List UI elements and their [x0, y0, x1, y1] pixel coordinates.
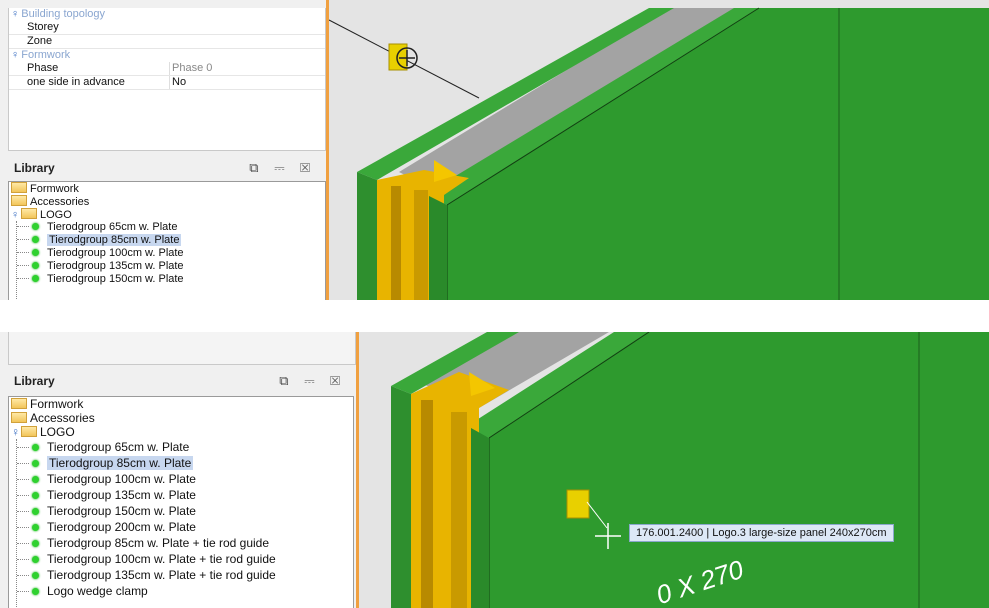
folder-icon — [11, 195, 27, 206]
3d-viewport[interactable] — [329, 0, 989, 300]
tree-item[interactable]: Tierodgroup 135cm w. Plate — [9, 260, 325, 273]
group-formwork[interactable]: ♀ Formwork — [9, 49, 325, 62]
tree-item[interactable]: Tierodgroup 100cm w. Plate — [9, 247, 325, 260]
property-row-one-side[interactable]: one side in advance No — [9, 76, 325, 90]
collapse-pin-icon[interactable]: ♀ — [11, 49, 19, 61]
library-header: Library ⧉ ⎓ ☒ — [8, 368, 354, 394]
folder-icon — [11, 182, 27, 193]
component-icon — [32, 476, 39, 483]
tree-item[interactable]: Tierodgroup 85cm w. Plate + tie rod guid… — [9, 535, 353, 551]
property-row-storey[interactable]: Storey — [9, 21, 325, 35]
tree-folder-logo[interactable]: ♀ LOGO — [9, 208, 325, 221]
tree-item[interactable]: Tierodgroup 150cm w. Plate — [9, 503, 353, 519]
tree-item[interactable]: Tierodgroup 65cm w. Plate — [9, 221, 325, 234]
component-icon — [32, 460, 39, 467]
component-icon — [32, 572, 39, 579]
component-icon — [32, 223, 39, 230]
component-icon — [32, 540, 39, 547]
tree-folder-formwork[interactable]: Formwork — [9, 397, 353, 411]
left-panel: ♀ Building topology Storey Zone ♀ Formwork… — [0, 0, 360, 300]
properties-table: ♀ Building topology Storey Zone ♀ Formwork… — [8, 8, 326, 151]
left-panel: Library ⧉ ⎓ ☒ Formwork Accessories ♀ LOGO… — [0, 332, 360, 608]
tree-folder-accessories[interactable]: Accessories — [9, 411, 353, 425]
collapse-pin-icon[interactable]: ♀ — [11, 8, 19, 20]
screenshot-bottom: Library ⧉ ⎓ ☒ Formwork Accessories ♀ LOGO… — [0, 332, 989, 608]
folder-icon — [11, 398, 27, 409]
tree-folder-formwork[interactable]: Formwork — [9, 182, 325, 195]
expander-icon[interactable]: ♀ — [11, 425, 21, 439]
tree-item[interactable]: Tierodgroup 135cm w. Plate + tie rod gui… — [9, 567, 353, 583]
component-icon — [32, 444, 39, 451]
component-icon — [32, 556, 39, 563]
library-tree: Formwork Accessories ♀ LOGO Tierodgroup 6… — [8, 181, 326, 300]
hover-tooltip: 176.001.2400 | Logo.3 large-size panel 2… — [629, 524, 894, 542]
property-row-zone[interactable]: Zone — [9, 35, 325, 49]
library-header: Library ⧉ ⎓ ☒ — [8, 155, 324, 181]
library-window-controls[interactable]: ⧉ ⎓ ☒ — [249, 155, 316, 181]
tree-item-selected[interactable]: Tierodgroup 85cm w. Plate — [9, 455, 353, 471]
group-building-topology[interactable]: ♀ Building topology — [9, 8, 325, 21]
hovered-component[interactable] — [566, 489, 590, 519]
tree-item[interactable]: Tierodgroup 100cm w. Plate + tie rod gui… — [9, 551, 353, 567]
properties-table-bottom — [8, 332, 356, 365]
folder-icon — [11, 412, 27, 423]
tree-item[interactable]: Tierodgroup 100cm w. Plate — [9, 471, 353, 487]
component-icon — [32, 588, 39, 595]
library-window-controls[interactable]: ⧉ ⎓ ☒ — [279, 368, 346, 394]
component-icon — [32, 236, 39, 243]
tree-item-selected[interactable]: Tierodgroup 85cm w. Plate — [9, 234, 325, 247]
component-icon — [32, 492, 39, 499]
component-icon — [32, 275, 39, 282]
screenshot-top: ♀ Building topology Storey Zone ♀ Formwork… — [0, 0, 989, 300]
tree-item[interactable]: Tierodgroup 135cm w. Plate — [9, 487, 353, 503]
component-icon — [32, 508, 39, 515]
component-icon — [32, 262, 39, 269]
component-icon — [32, 524, 39, 531]
property-row-phase[interactable]: Phase Phase 0 — [9, 62, 325, 76]
folder-open-icon — [21, 208, 37, 219]
library-tree: Formwork Accessories ♀ LOGO Tierodgroup 6… — [8, 396, 354, 608]
tree-item[interactable]: Tierodgroup 200cm w. Plate — [9, 519, 353, 535]
tree-folder-accessories[interactable]: Accessories — [9, 195, 325, 208]
3d-viewport[interactable]: 0 X 270 176.001.2400 | Logo.3 large-size… — [359, 332, 989, 608]
tree-item[interactable]: Tierodgroup 65cm w. Plate — [9, 439, 353, 455]
tree-item[interactable]: Logo wedge clamp — [9, 583, 353, 599]
component-icon — [32, 249, 39, 256]
folder-open-icon — [21, 426, 37, 437]
tree-folder-logo[interactable]: ♀ LOGO — [9, 425, 353, 439]
tree-item[interactable]: Tierodgroup 150cm w. Plate — [9, 273, 325, 286]
